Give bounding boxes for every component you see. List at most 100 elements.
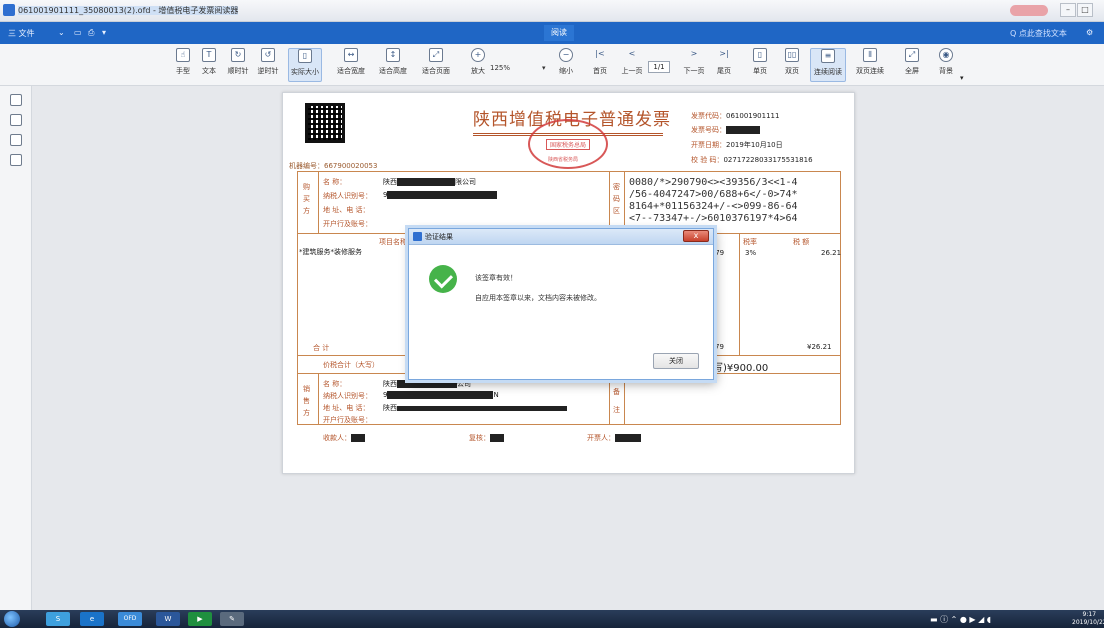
chevron-down-icon[interactable]: ⌄	[58, 28, 65, 37]
toolbar: ☝ 手型 T 文本 ↻ 顺时针 ↺ 逆时针 ▯ 实际大小 ↔ 适合宽度 ↕ 适合高度 ⤢ 适合页…	[0, 44, 1104, 86]
double-page-button[interactable]: ▯▯ 双页	[780, 48, 804, 82]
tree-icon[interactable]	[10, 134, 22, 146]
eye-icon: ◉	[939, 48, 953, 62]
first-page-button[interactable]: |< 首页	[588, 48, 612, 82]
settings-icon[interactable]: ⚙	[1086, 28, 1093, 37]
close-button[interactable]: 关闭	[653, 353, 699, 369]
total-amount: 79	[715, 343, 724, 351]
page-number-input[interactable]: 1/1	[648, 61, 670, 73]
fit-width-button[interactable]: ↔ 适合宽度	[334, 48, 368, 82]
total-tax: ¥26.21	[807, 343, 832, 351]
actual-size-icon: ▯	[298, 49, 312, 63]
zoom-out-button[interactable]: − 缩小	[554, 48, 578, 82]
payee: 收款人：	[323, 433, 365, 443]
app-360-icon[interactable]: S	[46, 612, 70, 626]
app-icon	[3, 4, 15, 16]
media-player-icon[interactable]: ▶	[188, 612, 212, 626]
save-icon[interactable]: ▭	[74, 28, 82, 37]
text-select-icon: T	[202, 48, 216, 62]
cipher-side-label: 密码区	[613, 183, 620, 215]
prev-page-icon: <	[628, 49, 636, 58]
thumbnail-icon[interactable]	[10, 114, 22, 126]
check-code: 校 验 码：02717228033175531816	[691, 156, 813, 164]
zoom-in-button[interactable]: + 放大	[466, 48, 490, 82]
buyer-name: 陕西 限公司	[383, 178, 476, 186]
zoom-select[interactable]: 125%	[490, 64, 510, 72]
buyer-tax-id: 9	[383, 191, 498, 199]
item-amount: .79	[713, 249, 725, 257]
grand-total-amount: 写)¥900.00	[713, 363, 769, 374]
fit-page-button[interactable]: ⤢ 适合页面	[418, 48, 454, 82]
fit-height-icon: ↕	[386, 48, 400, 62]
rotate-cw-icon: ↻	[231, 48, 245, 62]
invoice-number: 发票号码：	[691, 125, 760, 135]
remark-side-label: 备注	[613, 388, 620, 414]
minimize-button[interactable]: –	[1060, 3, 1076, 17]
fit-page-icon: ⤢	[429, 48, 443, 62]
print-icon[interactable]: ⎙	[88, 28, 94, 38]
qr-code	[305, 103, 345, 143]
buyer-side-label: 购买方	[303, 183, 310, 215]
actual-size-button[interactable]: ▯ 实际大小	[288, 48, 322, 82]
signature-valid-message: 该签章有效！	[475, 274, 517, 282]
tab-read[interactable]: 阅读	[544, 25, 574, 41]
grand-total-label: 价税合计（大写）	[323, 361, 379, 369]
cipher-area: 0080/*>290790<><39356/3<<1-4 /56-4047247…	[629, 177, 798, 224]
maximize-button[interactable]: □	[1077, 3, 1093, 17]
paint-icon[interactable]: ✎	[220, 612, 244, 626]
next-page-icon: >	[690, 49, 698, 58]
official-seal[interactable]: 国家税务总局 陕西省税务局	[528, 119, 608, 169]
continuous-icon: ≡	[821, 49, 835, 63]
background-dropdown-icon[interactable]: ▾	[960, 74, 964, 82]
verification-dialog: 验证结果 x 该签章有效！ 自应用本签章以来，文档内容未被修改。 关闭	[408, 228, 714, 380]
fit-height-button[interactable]: ↕ 适合高度	[376, 48, 410, 82]
fullscreen-button[interactable]: ⤢ 全屏	[900, 48, 924, 82]
seal-inner-text: 国家税务总局	[546, 139, 591, 150]
start-button[interactable]	[4, 611, 20, 627]
single-page-button[interactable]: ▯ 单页	[748, 48, 772, 82]
rotate-ccw-button[interactable]: ↺ 逆时针	[254, 48, 282, 82]
double-continuous-button[interactable]: ⫴ 双页连续	[852, 48, 888, 82]
col-tax-rate: 税率	[743, 238, 757, 246]
rotate-cw-button[interactable]: ↻ 顺时针	[224, 48, 252, 82]
quick-access-dropdown-icon[interactable]: ▾	[102, 28, 106, 37]
outline-icon[interactable]	[10, 94, 22, 106]
zoom-out-icon: −	[559, 48, 573, 62]
zoom-dropdown-icon[interactable]: ▾	[542, 64, 546, 72]
success-check-icon	[429, 265, 457, 293]
col-item-name: 项目名称	[379, 238, 407, 246]
continuous-read-button[interactable]: ≡ 连续阅读	[810, 48, 846, 82]
hand-icon: ☝	[176, 48, 190, 62]
taskbar-clock[interactable]: 9:17 2019/10/22	[1072, 611, 1104, 627]
hand-tool-button[interactable]: ☝ 手型	[170, 48, 196, 82]
invoice-date: 开票日期：2019年10月10日	[691, 141, 783, 149]
taskbar: S e OFD W ▶ ✎ ▬ ⓘ ⌃ ● ▶ ◢ ◖ 9:17 2019/10/…	[0, 610, 1104, 628]
rotate-ccw-icon: ↺	[261, 48, 275, 62]
fullscreen-icon: ⤢	[905, 48, 919, 62]
ie-browser-icon[interactable]: e	[80, 612, 104, 626]
system-tray-icons[interactable]: ▬ ⓘ ⌃ ● ▶ ◢ ◖	[930, 614, 991, 625]
fit-width-icon: ↔	[344, 48, 358, 62]
prev-page-button[interactable]: < 上一页	[618, 48, 646, 82]
item-tax: 26.21	[821, 249, 842, 257]
word-taskbar-icon[interactable]: W	[156, 612, 180, 626]
text-tool-button[interactable]: T 文本	[196, 48, 222, 82]
menu-bar: 三 文件 ⌄ ▭ ⎙ ▾ 阅读 Q 点此查找文本 ⚙	[0, 22, 1104, 44]
annotation-icon[interactable]	[10, 154, 22, 166]
drawer: 开票人：	[587, 433, 641, 443]
next-page-button[interactable]: > 下一页	[680, 48, 708, 82]
file-menu[interactable]: 三 文件	[8, 28, 35, 39]
ofd-reader-taskbar-icon[interactable]: OFD	[118, 612, 142, 626]
dialog-title-bar[interactable]: 验证结果 x	[409, 229, 713, 245]
dialog-close-icon[interactable]: x	[683, 230, 709, 242]
search-text-field[interactable]: Q 点此查找文本	[1010, 28, 1067, 39]
account-badge[interactable]	[1010, 5, 1048, 16]
left-panel	[0, 86, 32, 610]
title-bar: 061001901111_35080013(2).ofd - 增值税电子发票阅读…	[0, 0, 1104, 22]
seal-bottom-text: 陕西省税务局	[548, 157, 579, 163]
double-page-icon: ▯▯	[785, 48, 799, 62]
zoom-in-icon: +	[471, 48, 485, 62]
last-page-button[interactable]: >| 尾页	[712, 48, 736, 82]
item-rate: 3%	[745, 249, 757, 257]
background-button[interactable]: ◉ 背景	[932, 48, 960, 82]
